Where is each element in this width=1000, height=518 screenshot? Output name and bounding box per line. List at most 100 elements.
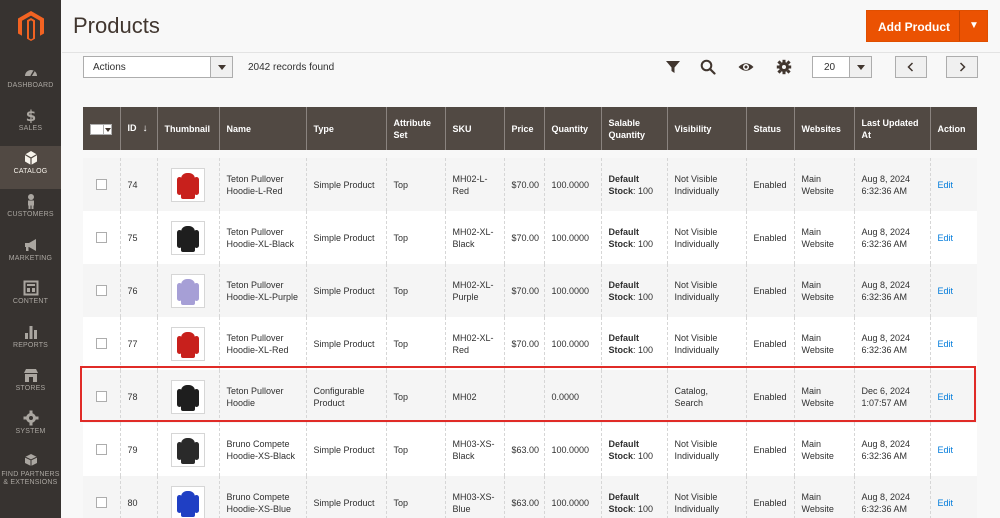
table-row[interactable]: 75 Teton Pullover Hoodie-XL-Black Simple P… <box>83 211 977 264</box>
column-header-attribute-set[interactable]: Attribute Set <box>385 107 445 150</box>
cell-last-updated: Aug 8, 2024 6:32:36 AM <box>853 423 930 476</box>
column-header-id[interactable]: ID ↓ <box>119 107 157 150</box>
page-size-select[interactable]: 20 <box>812 56 872 78</box>
product-thumbnail[interactable] <box>171 485 205 518</box>
actions-dropdown[interactable]: Actions <box>83 56 233 78</box>
sidebar-item-label: SYSTEM <box>15 428 46 435</box>
product-thumbnail[interactable] <box>171 326 205 361</box>
cell-id: 80 <box>119 476 157 518</box>
cell-status: Enabled <box>745 317 794 370</box>
column-header-type[interactable]: Type <box>305 107 386 150</box>
table-row[interactable]: 80 Bruno Compete Hoodie-XS-Blue Simple Pro… <box>83 476 977 518</box>
svg-text:$: $ <box>25 107 35 123</box>
cell-status: Enabled <box>745 423 794 476</box>
chevron-down-icon[interactable]: ▼ <box>969 20 979 31</box>
filter-icon[interactable] <box>665 59 681 75</box>
column-header-websites[interactable]: Websites <box>793 107 854 150</box>
magento-logo[interactable] <box>18 11 44 41</box>
sidebar-item-sales[interactable]: $ SALES <box>0 103 61 146</box>
product-thumbnail[interactable] <box>171 220 205 255</box>
stock-qty: : 100 <box>633 344 654 355</box>
cell-last-updated: Aug 8, 2024 6:32:36 AM <box>853 476 930 518</box>
table-row[interactable]: 76 Teton Pullover Hoodie-XL-Purple Simple … <box>83 264 977 317</box>
cell-price: $70.00 <box>503 211 544 264</box>
cell-type: Simple Product <box>305 158 386 211</box>
eye-icon[interactable] <box>738 59 754 75</box>
row-checkbox[interactable] <box>95 497 107 508</box>
cell-quantity: 100.0000 <box>543 317 601 370</box>
edit-link[interactable]: Edit <box>938 180 954 190</box>
cell-id: 74 <box>119 158 157 211</box>
person-icon <box>27 194 34 209</box>
add-product-button[interactable]: Add Product ▼ <box>866 10 988 42</box>
product-thumbnail[interactable] <box>171 273 205 308</box>
cell-name: Bruno Compete Hoodie-XS-Blue <box>218 476 306 518</box>
product-thumbnail[interactable] <box>171 432 205 467</box>
column-header-status[interactable]: Status <box>745 107 794 150</box>
cell-salable-quantity: Default Stock: 100 <box>600 211 667 264</box>
sidebar-item-system[interactable]: SYSTEM <box>0 406 61 449</box>
cell-quantity: 100.0000 <box>543 158 601 211</box>
sidebar-item-reports[interactable]: REPORTS <box>0 320 61 363</box>
row-checkbox[interactable] <box>95 391 107 402</box>
cell-salable-quantity: Default Stock: 100 <box>600 158 667 211</box>
edit-link[interactable]: Edit <box>938 286 954 296</box>
sidebar-item-content[interactable]: CONTENT <box>0 276 61 319</box>
gear-icon[interactable] <box>776 59 792 75</box>
cell-sku: MH03-XS-Black <box>444 423 504 476</box>
row-checkbox[interactable] <box>95 444 107 455</box>
cell-salable-quantity <box>600 370 667 423</box>
cell-name: Teton Pullover Hoodie-L-Red <box>218 158 306 211</box>
column-header-action: Action <box>929 107 977 150</box>
mass-select-header[interactable] <box>83 107 120 150</box>
edit-link[interactable]: Edit <box>938 233 954 243</box>
sidebar-item-find-partners[interactable]: FIND PARTNERS & EXTENSIONS <box>0 449 61 492</box>
cell-last-updated: Aug 8, 2024 6:32:36 AM <box>853 211 930 264</box>
product-thumbnail[interactable] <box>171 379 205 414</box>
sidebar-item-customers[interactable]: CUSTOMERS <box>0 189 61 232</box>
cell-attribute-set: Top <box>385 317 445 370</box>
row-checkbox[interactable] <box>95 179 107 190</box>
cell-visibility: Not Visible Individually <box>666 211 746 264</box>
cell-visibility: Not Visible Individually <box>666 476 746 518</box>
mass-select-checkbox[interactable] <box>90 123 112 135</box>
edit-link[interactable]: Edit <box>938 445 954 455</box>
cell-name: Bruno Compete Hoodie-XS-Black <box>218 423 306 476</box>
row-checkbox[interactable] <box>95 232 107 243</box>
table-row[interactable]: 79 Bruno Compete Hoodie-XS-Black Simple Pr… <box>83 423 977 476</box>
bar-chart-icon <box>24 326 37 339</box>
sidebar-item-label: MARKETING <box>8 255 53 262</box>
row-checkbox[interactable] <box>95 338 107 349</box>
column-header-quantity[interactable]: Quantity <box>543 107 601 150</box>
edit-link[interactable]: Edit <box>938 392 954 402</box>
cell-last-updated: Aug 8, 2024 6:32:36 AM <box>853 264 930 317</box>
column-header-visibility[interactable]: Visibility <box>666 107 746 150</box>
table-row[interactable]: 74 Teton Pullover Hoodie-L-Red Simple Prod… <box>83 158 977 211</box>
cell-websites: Main Website <box>793 264 854 317</box>
cell-attribute-set: Top <box>385 158 445 211</box>
sidebar-item-dashboard[interactable]: DASHBOARD <box>0 60 61 103</box>
sidebar-item-label: CUSTOMERS <box>7 211 54 218</box>
cell-type: Simple Product <box>305 211 386 264</box>
column-header-name[interactable]: Name <box>218 107 306 150</box>
store-icon <box>23 369 38 382</box>
column-header-price[interactable]: Price <box>503 107 544 150</box>
sidebar-item-marketing[interactable]: MARKETING <box>0 233 61 276</box>
column-header-sku[interactable]: SKU <box>444 107 504 150</box>
table-row[interactable]: 77 Teton Pullover Hoodie-XL-Red Simple Pro… <box>83 317 977 370</box>
edit-link[interactable]: Edit <box>938 498 954 508</box>
cell-attribute-set: Top <box>385 423 445 476</box>
sidebar-item-stores[interactable]: STORES <box>0 363 61 406</box>
cell-websites: Main Website <box>793 370 854 423</box>
sidebar-item-catalog[interactable]: CATALOG <box>0 146 61 189</box>
row-checkbox[interactable] <box>95 285 107 296</box>
table-row[interactable]: 78 Teton Pullover Hoodie Configurable Prod… <box>83 370 977 423</box>
chevron-left-icon <box>907 62 914 72</box>
next-page-button[interactable] <box>946 56 978 78</box>
product-thumbnail[interactable] <box>171 167 205 202</box>
edit-link[interactable]: Edit <box>938 339 954 349</box>
search-icon[interactable] <box>700 59 716 75</box>
dollar-icon: $ <box>25 107 35 123</box>
column-header-last-updated[interactable]: Last Updated At <box>853 107 930 150</box>
previous-page-button[interactable] <box>895 56 927 78</box>
